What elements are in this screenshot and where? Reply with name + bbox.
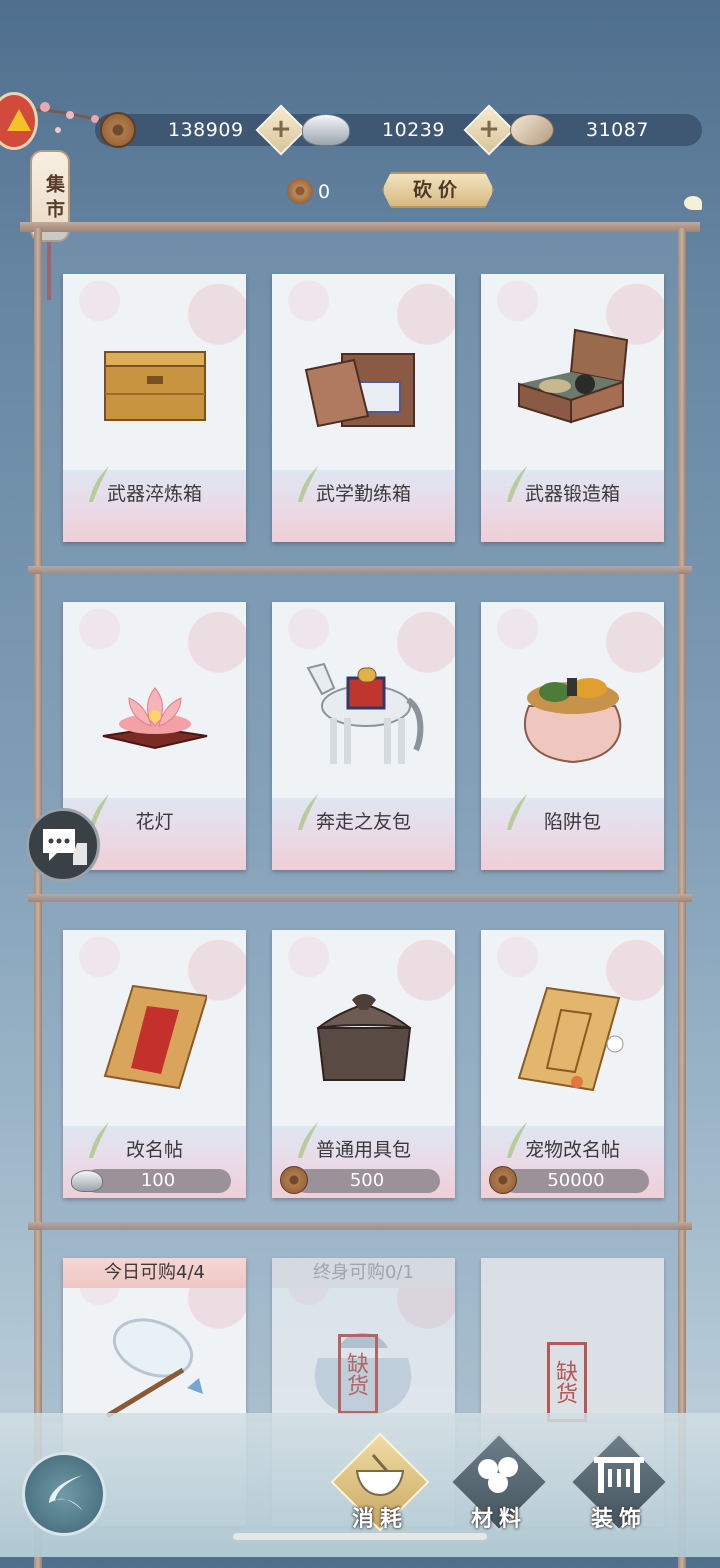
- sack-icon: [523, 678, 622, 764]
- item-name: 普通用具包: [315, 1139, 411, 1161]
- copper-coin-icon: [100, 112, 136, 148]
- add-shell-button[interactable]: +: [463, 104, 515, 156]
- purchase-limit: 终身可购0/1: [272, 1258, 455, 1288]
- tab-label: 消耗: [351, 1507, 408, 1532]
- bargain-token-count: 0: [318, 181, 331, 203]
- silver-amount: 10239: [382, 119, 445, 141]
- price-tag: 500: [294, 1169, 440, 1193]
- add-silver-button[interactable]: +: [255, 104, 307, 156]
- item-name: 武器淬炼箱: [106, 483, 202, 505]
- out-of-stock-stamp: 缺货: [338, 1334, 378, 1414]
- cloth-bundle-icon: [316, 994, 412, 1081]
- bargain-label: 砍价: [412, 179, 463, 201]
- tab-consumables[interactable]: 消耗: [330, 1432, 430, 1533]
- item-name: 陷阱包: [543, 811, 601, 833]
- item-name: 奔走之友包: [315, 811, 411, 833]
- bargain-button[interactable]: 砍价: [382, 172, 494, 208]
- shop-item-card[interactable]: 武器锻造箱: [481, 274, 664, 542]
- market-label: 集市: [43, 174, 65, 224]
- shelf-top-beam: [20, 222, 700, 232]
- purchase-limit: 今日可购4/4: [63, 1258, 246, 1288]
- tab-decorations[interactable]: 装饰: [569, 1432, 669, 1533]
- back-button[interactable]: [22, 1452, 106, 1536]
- silver-ingot-icon: [71, 1170, 103, 1192]
- tab-label: 装饰: [590, 1507, 647, 1532]
- wooden-chest-icon: [104, 351, 206, 421]
- shop-item-card[interactable]: 宠物改名帖 50000: [481, 930, 664, 1198]
- item-name: 改名帖: [125, 1139, 183, 1161]
- open-box-icon: [518, 328, 629, 424]
- chat-bubble-icon: [43, 829, 87, 865]
- shop-item-card[interactable]: 改名帖 100: [63, 930, 246, 1198]
- butterfly-decoration-icon: [684, 196, 702, 210]
- gate-icon: [594, 1457, 644, 1493]
- back-arrow-icon: [49, 1475, 83, 1511]
- item-name: 宠物改名帖: [524, 1139, 620, 1161]
- shop-item-card[interactable]: 奔走之友包: [272, 602, 455, 870]
- chat-button[interactable]: [26, 808, 100, 882]
- bargain-token-icon: [287, 178, 313, 204]
- price-tag: 50000: [503, 1169, 649, 1193]
- scroll-box-icon: [304, 353, 415, 428]
- horse-icon: [306, 662, 424, 764]
- rename-card-icon: [103, 984, 207, 1090]
- butterfly-net-icon: [105, 1318, 203, 1418]
- copper-coin-icon: [489, 1166, 517, 1194]
- item-name: 武学勤练箱: [315, 483, 411, 505]
- lotus-lamp-icon: [102, 687, 208, 750]
- pet-rename-card-icon: [517, 986, 624, 1092]
- shell-amount: 31087: [586, 119, 649, 141]
- home-indicator: [233, 1533, 487, 1540]
- silver-ingot-icon: [302, 114, 350, 146]
- copper-amount: 138909: [168, 119, 244, 141]
- price-tag: 100: [85, 1169, 231, 1193]
- item-name: 武器锻造箱: [524, 483, 620, 505]
- shop-item-card[interactable]: 普通用具包 500: [272, 930, 455, 1198]
- materials-icon: [478, 1457, 518, 1493]
- shop-item-card[interactable]: 陷阱包: [481, 602, 664, 870]
- tab-materials[interactable]: 材料: [449, 1432, 549, 1533]
- shop-item-card[interactable]: 武器淬炼箱: [63, 274, 246, 542]
- out-of-stock-stamp: 缺货: [547, 1342, 587, 1422]
- bowl-icon: [355, 1454, 405, 1497]
- tab-label: 材料: [470, 1507, 527, 1532]
- shop-item-card[interactable]: 武学勤练箱: [272, 274, 455, 542]
- shell-icon: [510, 114, 554, 146]
- copper-coin-icon: [280, 1166, 308, 1194]
